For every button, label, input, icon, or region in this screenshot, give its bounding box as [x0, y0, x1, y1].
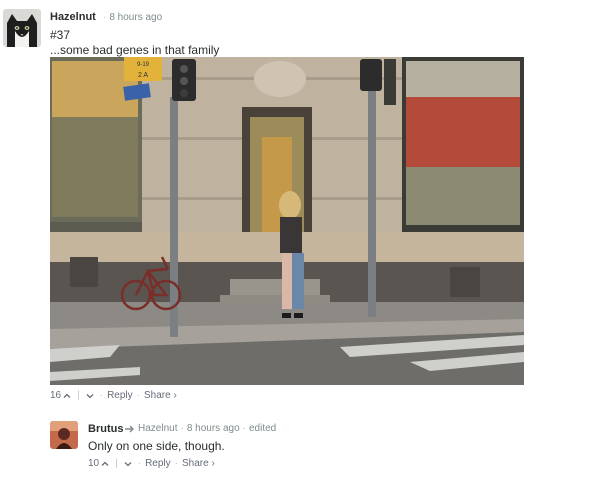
comment-image[interactable]: 9-19 2 A: [50, 57, 524, 385]
upvote-button[interactable]: 16: [50, 390, 73, 401]
downvote-button[interactable]: [122, 459, 134, 469]
comment-timestamp[interactable]: 8 hours ago: [187, 423, 240, 434]
upvote-icon: [101, 461, 109, 466]
separator: ·: [174, 458, 178, 469]
avatar-cat-icon: [3, 9, 41, 47]
separator: ·: [242, 423, 246, 434]
separator: |: [77, 390, 80, 401]
separator: ·: [99, 390, 104, 401]
separator: ·: [180, 423, 184, 434]
share-button[interactable]: Share ›: [144, 390, 177, 401]
comment-timestamp[interactable]: 8 hours ago: [109, 12, 162, 23]
vote-count: 10: [88, 458, 100, 469]
separator: ·: [137, 458, 142, 469]
street-photo: 9-19 2 A: [50, 57, 524, 385]
avatar[interactable]: [3, 9, 41, 47]
upvote-icon: [63, 393, 71, 398]
vote-count: 16: [50, 390, 62, 401]
separator: ·: [103, 12, 107, 23]
avatar-brutus-icon: [50, 421, 78, 449]
avatar[interactable]: [50, 421, 78, 449]
reply-arrow-icon: [125, 425, 134, 433]
street-sign-top: 9-19: [137, 62, 150, 68]
comment-footer: 10 | · Reply · Share ›: [88, 458, 215, 469]
comment-footer: 16 | · Reply · Share ›: [50, 390, 177, 401]
reply-button[interactable]: Reply: [107, 390, 133, 401]
downvote-button[interactable]: [84, 391, 96, 401]
reply-button[interactable]: Reply: [145, 458, 171, 469]
comment-text-line: ...some bad genes in that family: [50, 43, 220, 57]
upvote-button[interactable]: 10: [88, 458, 111, 469]
street-sign-bottom: 2 A: [138, 72, 148, 79]
downvote-icon: [124, 461, 132, 466]
downvote-icon: [86, 393, 94, 398]
edited-label: edited: [248, 423, 277, 434]
share-button[interactable]: Share ›: [182, 458, 215, 469]
comment-text-line: #37: [50, 28, 71, 42]
separator: ·: [136, 390, 140, 401]
comment-author[interactable]: Hazelnut: [50, 11, 96, 23]
comment-meta: · 8 hours ago: [100, 12, 162, 23]
separator: |: [115, 458, 118, 469]
comment-meta: Hazelnut · 8 hours ago · edited: [122, 423, 276, 434]
comment-text: Only on one side, though.: [88, 439, 225, 453]
parent-author-link[interactable]: Hazelnut: [138, 423, 177, 434]
comment-author[interactable]: Brutus: [88, 423, 123, 435]
